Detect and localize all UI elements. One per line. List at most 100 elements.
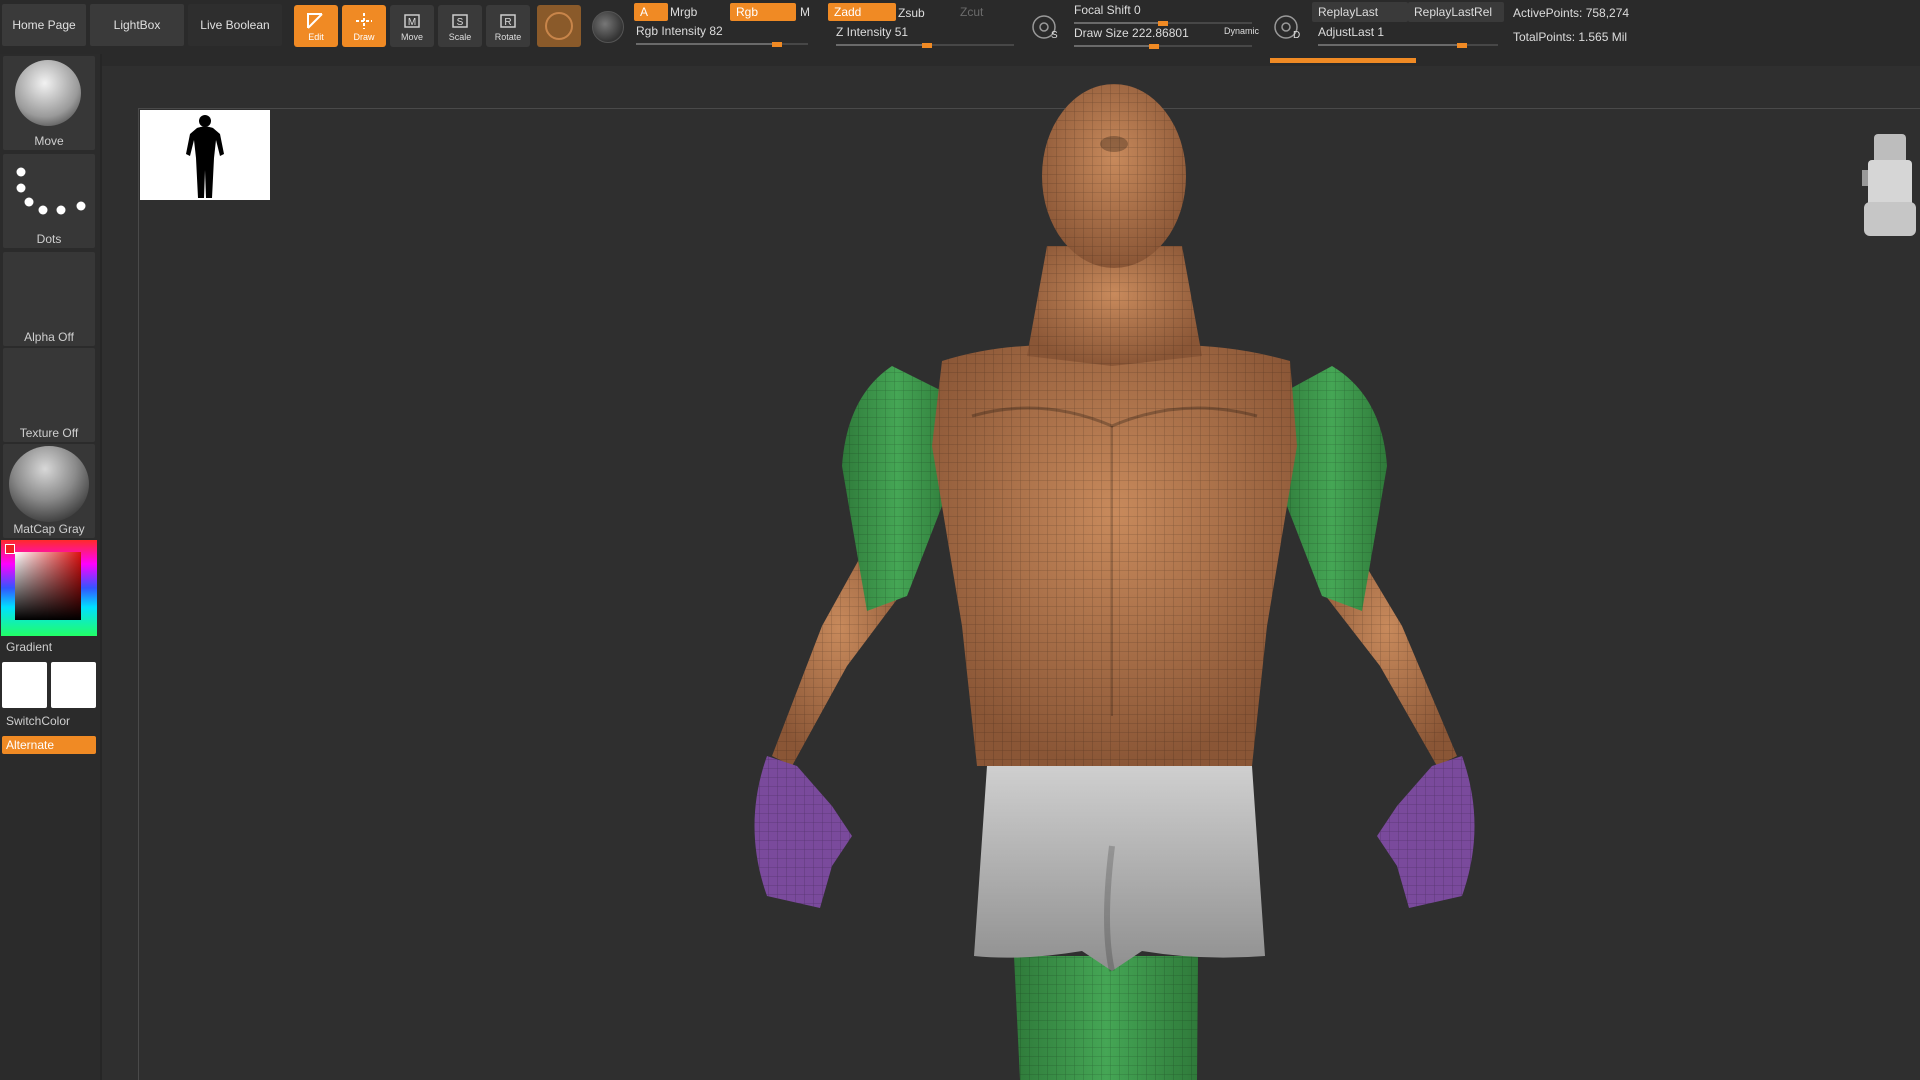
draw-size-label: Draw Size 222.86801 — [1074, 26, 1189, 40]
move-icon: M — [401, 11, 423, 31]
rgb-intensity-fill — [636, 43, 777, 45]
zcut-toggle[interactable]: Zcut — [954, 3, 1004, 21]
adjust-last-label: AdjustLast 1 — [1318, 25, 1384, 39]
gradient-label: Gradient — [6, 640, 52, 654]
focal-shift-slider[interactable]: Focal Shift 0 — [1074, 3, 1252, 25]
human-silhouette-icon — [140, 110, 270, 200]
sculpt-model[interactable] — [642, 66, 1642, 1080]
draw-icon — [353, 11, 375, 31]
material-swatch-button[interactable] — [537, 5, 581, 47]
home-page-button[interactable]: Home Page — [2, 4, 86, 46]
head[interactable] — [1042, 84, 1186, 268]
rotate-icon: R — [497, 11, 519, 31]
alpha-slot[interactable]: Alpha Off — [3, 252, 95, 346]
brush-label: Move — [3, 134, 95, 148]
svg-text:S: S — [1051, 30, 1058, 41]
zcut-label: Zcut — [960, 5, 983, 19]
rotate-tool-button[interactable]: R Rotate — [486, 5, 530, 47]
draw-label: Draw — [353, 32, 374, 42]
active-points-readout: ActivePoints: 758,274 — [1513, 6, 1629, 20]
shorts[interactable] — [974, 766, 1265, 971]
alternate-label: Alternate — [6, 738, 54, 752]
material-slot[interactable]: MatCap Gray — [3, 444, 95, 538]
edit-button[interactable]: Edit — [294, 5, 338, 47]
move-tool-button[interactable]: M Move — [390, 5, 434, 47]
edit-label: Edit — [308, 32, 324, 42]
dynamic-toggle[interactable]: Dynamic — [1224, 26, 1259, 36]
texture-label: Texture Off — [3, 426, 95, 440]
lightbox-button[interactable]: LightBox — [90, 4, 184, 46]
svg-text:M: M — [408, 17, 416, 28]
left-shelf: Move Dots Alpha Off Texture Off MatCap G… — [0, 54, 102, 1080]
a-label: A — [640, 5, 648, 19]
adjust-last-knob[interactable] — [1457, 43, 1467, 48]
z-intensity-label: Z Intensity 51 — [836, 25, 908, 39]
color-sphere-button[interactable] — [592, 11, 624, 43]
stroke-label: Dots — [3, 232, 95, 246]
color-picker-field[interactable] — [15, 552, 81, 620]
draw-d-icon: D — [1272, 12, 1302, 42]
total-points-readout: TotalPoints: 1.565 Mil — [1513, 30, 1627, 44]
edit-icon — [305, 11, 327, 31]
torso[interactable] — [932, 345, 1297, 766]
alpha-label: Alpha Off — [3, 330, 95, 344]
home-page-label: Home Page — [12, 18, 75, 32]
document-edge-left — [138, 108, 139, 1080]
rgb-label: Rgb — [736, 5, 758, 19]
draw-button[interactable]: Draw — [342, 5, 386, 47]
svg-text:D: D — [1293, 30, 1300, 41]
move-brush-icon — [15, 60, 81, 126]
zsub-toggle[interactable]: Zsub — [892, 4, 956, 22]
draw-size-knob[interactable] — [1149, 44, 1159, 49]
color-picker[interactable] — [1, 540, 97, 636]
draw-s-button[interactable]: S — [1030, 12, 1060, 42]
move-tool-label: Move — [401, 32, 423, 42]
secondary-color-swatch[interactable] — [51, 662, 96, 708]
rgb-toggle[interactable]: Rgb — [730, 3, 796, 21]
alternate-button[interactable]: Alternate — [2, 736, 96, 754]
replay-last-button[interactable]: ReplayLast — [1312, 2, 1408, 22]
mrgb-toggle[interactable]: Mrgb — [664, 3, 730, 21]
rgb-intensity-slider[interactable]: Rgb Intensity 82 — [636, 24, 808, 46]
progress-bar — [1270, 58, 1416, 63]
draw-d-button[interactable]: D — [1272, 12, 1302, 42]
live-boolean-label: Live Boolean — [200, 18, 269, 32]
draw-s-icon: S — [1030, 12, 1060, 42]
rotate-tool-label: Rotate — [495, 32, 522, 42]
scale-tool-button[interactable]: S Scale — [438, 5, 482, 47]
top-toolbar: Home Page LightBox Live Boolean Edit Dra… — [0, 0, 1920, 67]
a-toggle[interactable]: A — [634, 3, 668, 21]
replay-last-rel-button[interactable]: ReplayLastRel — [1408, 2, 1504, 22]
zsub-label: Zsub — [898, 6, 925, 20]
switch-color-button[interactable]: SwitchColor — [6, 714, 70, 728]
live-boolean-button[interactable]: Live Boolean — [188, 4, 282, 46]
main-color-swatch[interactable] — [2, 662, 47, 708]
color-picker-cursor[interactable] — [5, 544, 15, 554]
scale-tool-label: Scale — [449, 32, 472, 42]
texture-slot[interactable]: Texture Off — [3, 348, 95, 442]
z-intensity-fill — [836, 44, 927, 46]
stroke-slot[interactable]: Dots — [3, 154, 95, 248]
replay-last-label: ReplayLast — [1318, 5, 1378, 19]
focal-shift-fill — [1074, 22, 1163, 24]
adjust-last-fill — [1318, 44, 1462, 46]
focal-shift-label: Focal Shift 0 — [1074, 3, 1141, 17]
brush-slot[interactable]: Move — [3, 56, 95, 150]
matcap-gray-icon — [9, 446, 89, 522]
svg-text:S: S — [457, 17, 464, 28]
material-ring-icon — [545, 12, 573, 40]
m-toggle[interactable]: M — [794, 3, 820, 21]
legs-polygroup[interactable] — [1014, 956, 1198, 1080]
z-intensity-knob[interactable] — [922, 43, 932, 48]
replay-last-rel-label: ReplayLastRel — [1414, 5, 1492, 19]
lightbox-label: LightBox — [114, 18, 161, 32]
canvas-viewport[interactable] — [102, 66, 1920, 1080]
rgb-intensity-knob[interactable] — [772, 42, 782, 47]
zadd-toggle[interactable]: Zadd — [828, 3, 896, 21]
silhouette-thumbnail[interactable] — [140, 110, 270, 200]
svg-text:R: R — [504, 17, 511, 28]
z-intensity-slider[interactable]: Z Intensity 51 — [836, 25, 1014, 47]
adjust-last-slider[interactable]: AdjustLast 1 — [1318, 25, 1498, 47]
draw-size-fill — [1074, 45, 1154, 47]
navigation-cube-icon[interactable] — [1860, 132, 1920, 242]
